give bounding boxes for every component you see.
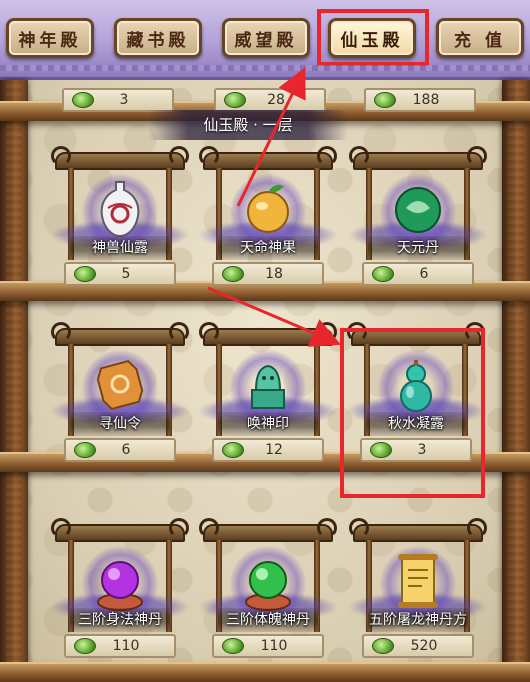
item-name: 三阶体魄神丹 [218,608,318,632]
price-tag: 6 [362,262,474,286]
item-name: 寻仙令 [70,412,170,436]
shop-item[interactable]: 天命神果 18 [198,146,338,298]
price-value: 188 [412,92,440,108]
jade-leaf-coin-icon [222,442,244,458]
item-name: 神兽仙露 [70,236,170,260]
shop-item[interactable]: 三阶身法神丹 110 [50,518,190,670]
tab-cangshu[interactable]: 藏书殿 [114,18,202,58]
golden-fruit-icon [240,178,296,240]
jade-leaf-coin-icon [72,92,94,108]
price-value: 6 [121,442,131,458]
price-tag: 28 [214,88,326,112]
jade-seal-icon [240,354,296,416]
price-value: 110 [260,638,288,654]
price-value: 28 [267,92,285,108]
price-value: 3 [119,92,129,108]
jade-leaf-coin-icon [74,638,96,654]
price-tag: 6 [64,438,176,462]
price-value: 110 [112,638,140,654]
jade-leaf-coin-icon [372,266,394,282]
tab-label: 充 值 [454,30,506,51]
jade-leaf-coin-icon [224,92,246,108]
green-pill-icon [240,550,296,612]
tab-highlight-box [317,9,429,66]
jade-leaf-coin-icon [74,266,96,282]
shop-item[interactable]: 五阶屠龙神丹方 520 [348,518,488,670]
price-value: 18 [265,266,283,282]
price-tag: 18 [212,262,324,286]
jade-leaf-coin-icon [374,92,396,108]
porcelain-vase-icon [92,178,148,240]
price-tag: 5 [64,262,176,286]
price-tag: 520 [362,634,474,658]
purple-pill-icon [92,550,148,612]
price-value: 12 [265,442,283,458]
left-pillar [0,80,28,682]
price-tag: 188 [364,88,476,112]
tab-shennian[interactable]: 神年殿 [6,18,94,58]
shop-item[interactable]: 寻仙令 6 [50,322,190,474]
jade-leaf-coin-icon [74,442,96,458]
item-name: 五阶屠龙神丹方 [368,608,468,632]
token-plaque-icon [92,354,148,416]
jade-leaf-coin-icon [372,638,394,654]
tab-bar: 神年殿 藏书殿 威望殿 仙玉殿 充 值 [0,0,530,80]
right-pillar [502,80,530,682]
jade-leaf-coin-icon [222,266,244,282]
jade-orb-icon [390,178,446,240]
item-name: 天元丹 [368,236,468,260]
shop-item[interactable]: 神兽仙露 5 [50,146,190,298]
price-value: 5 [121,266,131,282]
tab-recharge[interactable]: 充 值 [436,18,524,58]
tab-weiwang[interactable]: 威望殿 [222,18,310,58]
shop-item[interactable]: 天元丹 6 [348,146,488,298]
tab-label: 威望殿 [234,30,298,51]
price-tag: 110 [212,634,324,658]
shop-item[interactable]: 三阶体魄神丹 110 [198,518,338,670]
recipe-scroll-icon [390,550,446,612]
item-name: 天命神果 [218,236,318,260]
item-highlight-box [340,328,485,498]
tab-label: 神年殿 [18,30,82,51]
price-tag: 3 [62,88,174,112]
tab-label: 藏书殿 [126,30,190,51]
price-tag: 110 [64,634,176,658]
shop-item[interactable]: 唤神印 12 [198,322,338,474]
price-tag: 12 [212,438,324,462]
item-name: 唤神印 [218,412,318,436]
jade-leaf-coin-icon [222,638,244,654]
price-value: 520 [410,638,438,654]
item-name: 三阶身法神丹 [70,608,170,632]
price-value: 6 [419,266,429,282]
floor-title: 仙玉殿 · 一层 [148,110,348,140]
